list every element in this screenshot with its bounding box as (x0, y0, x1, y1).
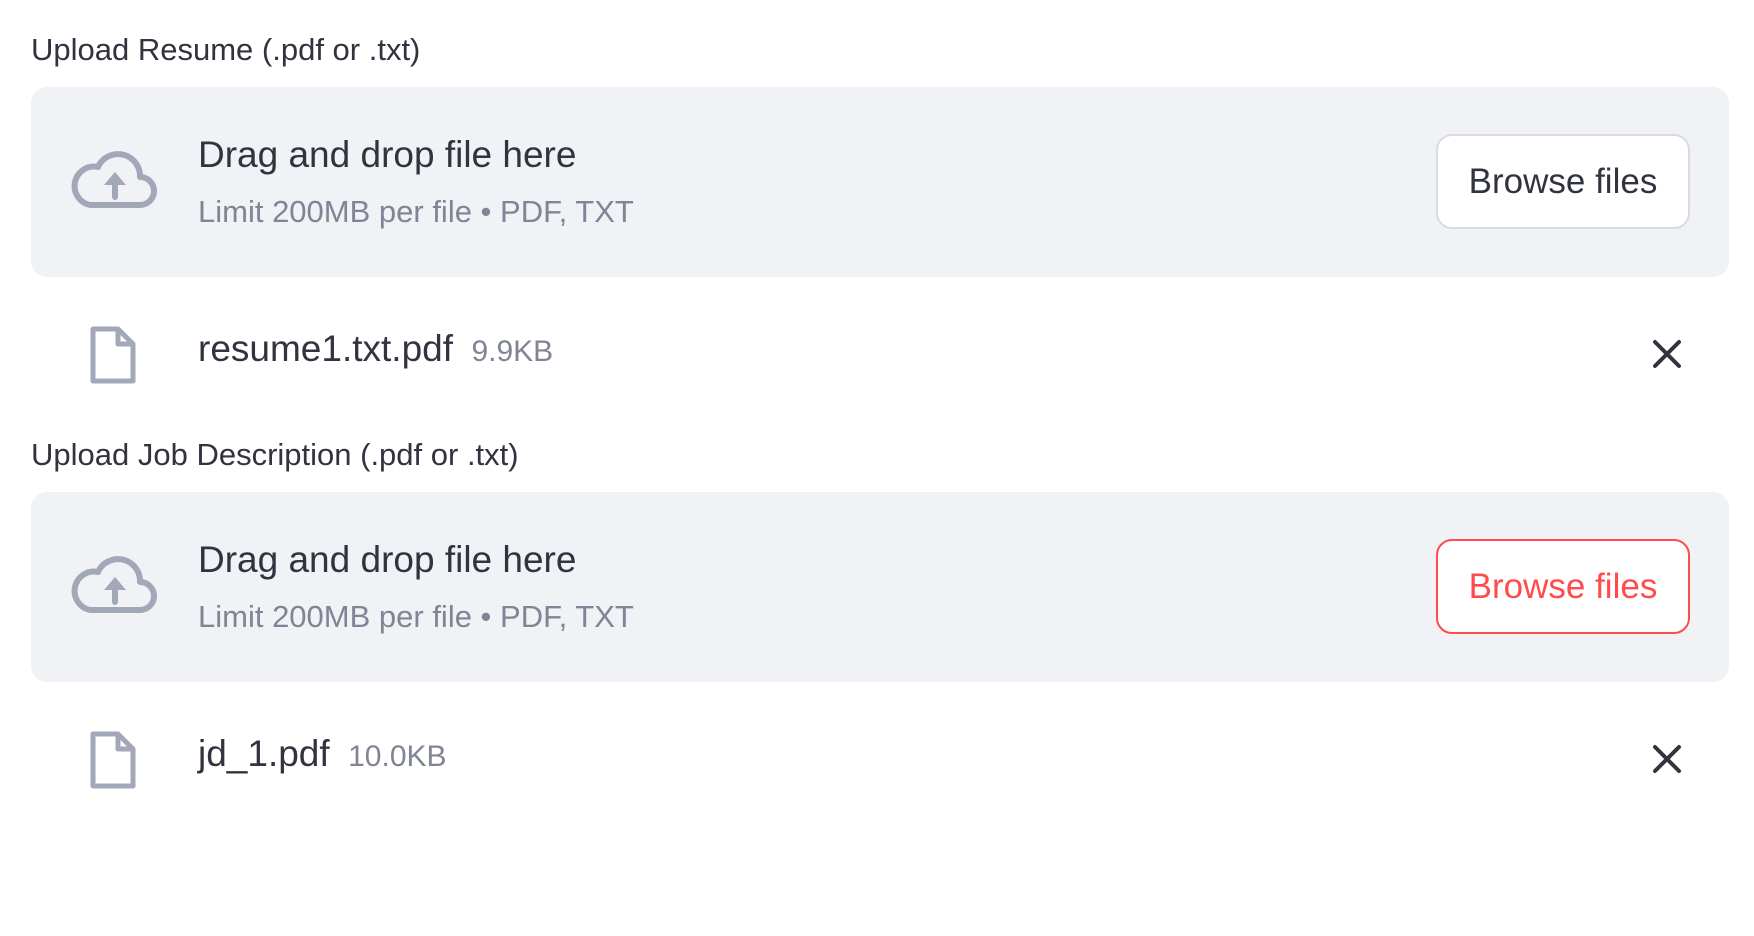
cloud-upload-icon (71, 151, 157, 208)
job-description-uploader: Upload Job Description (.pdf or .txt) Dr… (31, 436, 1729, 835)
file-upload-page: Upload Resume (.pdf or .txt) Drag and dr… (0, 0, 1754, 936)
job-description-browse-button[interactable]: Browse files (1436, 539, 1690, 634)
close-icon[interactable] (1645, 737, 1689, 781)
dropzone-limit: Limit 200MB per file • PDF, TXT (198, 599, 634, 634)
file-info: resume1.txt.pdf 9.9KB (198, 327, 553, 374)
file-icon (90, 326, 136, 384)
dropzone-title: Drag and drop file here (198, 539, 577, 580)
resume-dropzone[interactable]: Drag and drop file here Limit 200MB per … (31, 87, 1729, 277)
close-icon[interactable] (1645, 332, 1689, 376)
job-description-dropzone-instructions: Drag and drop file here Limit 200MB per … (198, 538, 634, 636)
file-info: jd_1.pdf 10.0KB (198, 732, 447, 779)
resume-upload-label: Upload Resume (.pdf or .txt) (31, 32, 421, 67)
dropzone-limit: Limit 200MB per file • PDF, TXT (198, 194, 634, 229)
job-description-dropzone[interactable]: Drag and drop file here Limit 200MB per … (31, 492, 1729, 682)
resume-uploaded-file: resume1.txt.pdf 9.9KB (31, 277, 1729, 430)
file-name: resume1.txt.pdf (198, 328, 454, 369)
cloud-upload-icon (71, 556, 157, 613)
job-description-upload-label: Upload Job Description (.pdf or .txt) (31, 437, 519, 472)
file-size: 10.0KB (348, 740, 447, 773)
resume-dropzone-instructions: Drag and drop file here Limit 200MB per … (198, 133, 634, 231)
file-size: 9.9KB (471, 335, 554, 368)
file-name: jd_1.pdf (198, 733, 330, 774)
resume-uploader: Upload Resume (.pdf or .txt) Drag and dr… (31, 31, 1729, 430)
file-icon (90, 731, 136, 789)
job-description-uploaded-file: jd_1.pdf 10.0KB (31, 682, 1729, 835)
resume-browse-button[interactable]: Browse files (1436, 134, 1690, 229)
dropzone-title: Drag and drop file here (198, 134, 577, 175)
